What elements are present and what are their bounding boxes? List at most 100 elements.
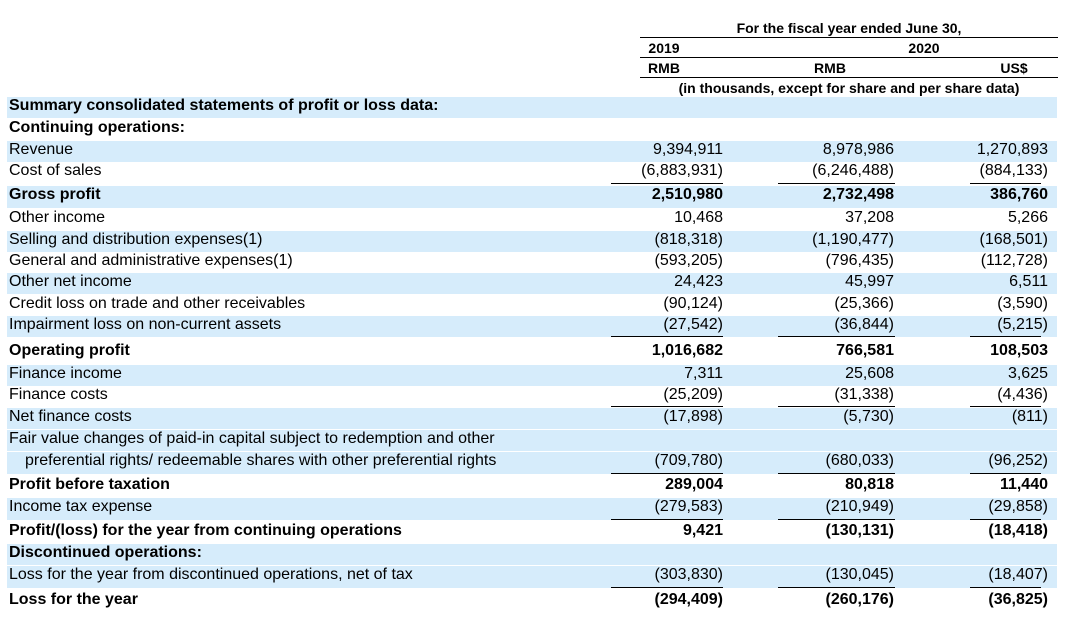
value-2020-usd: 3,625 bbox=[1007, 365, 1048, 382]
row-label: Profit before taxation bbox=[9, 476, 170, 493]
value-2019-rmb: 289,004 bbox=[665, 476, 723, 493]
table-row: General and administrative expenses(1) (5… bbox=[7, 252, 1057, 273]
value-2020-usd: 5,266 bbox=[1007, 209, 1048, 226]
row-label: Summary consolidated statements of profi… bbox=[9, 97, 439, 114]
value-2019-rmb: (709,780) bbox=[654, 452, 724, 469]
subtotal-underline bbox=[970, 587, 1041, 588]
value-2019-rmb: 9,421 bbox=[682, 522, 723, 539]
value-2020-rmb: (796,435) bbox=[825, 252, 895, 269]
table-row: Gross profit 2,510,980 2,732,498 386,760 bbox=[7, 186, 1057, 208]
row-label: Other net income bbox=[9, 273, 132, 290]
value-2019-rmb: (6,883,931) bbox=[641, 162, 723, 179]
table-row: preferential rights/ redeemable shares w… bbox=[7, 452, 1057, 474]
value-2020-rmb: 45,997 bbox=[845, 273, 894, 290]
currency-rmb-2019: RMB bbox=[648, 60, 680, 76]
row-label: Fair value changes of paid-in capital su… bbox=[9, 430, 495, 447]
table-row: Loss for the year from discontinued oper… bbox=[7, 566, 1057, 588]
row-label: Cost of sales bbox=[9, 162, 102, 179]
subtotal-underline bbox=[611, 587, 723, 588]
value-2020-rmb: 8,978,986 bbox=[822, 141, 894, 158]
currency-rmb-2020: RMB bbox=[814, 60, 846, 76]
fiscal-year-title: For the fiscal year ended June 30, bbox=[736, 20, 962, 36]
value-2020-rmb: (36,844) bbox=[834, 316, 894, 333]
table-row: Cost of sales (6,883,931) (6,246,488) (884,… bbox=[7, 162, 1057, 184]
row-label: Finance costs bbox=[9, 386, 108, 403]
row-label: Loss for the year from discontinued oper… bbox=[9, 566, 413, 583]
table-row: Discontinued operations: bbox=[7, 544, 1057, 565]
row-label: Finance income bbox=[9, 365, 122, 382]
value-2020-usd: (5,215) bbox=[997, 316, 1048, 333]
subtotal-underline bbox=[778, 406, 895, 407]
value-2020-rmb: 80,818 bbox=[845, 476, 894, 493]
subtotal-underline bbox=[778, 183, 895, 184]
value-2020-rmb: (130,131) bbox=[825, 522, 895, 539]
row-label: Other income bbox=[9, 209, 106, 226]
row-label: Impairment loss on non-current assets bbox=[9, 316, 282, 333]
value-2019-rmb: 9,394,911 bbox=[653, 141, 723, 158]
subtotal-underline bbox=[611, 406, 723, 407]
value-2020-rmb: 25,608 bbox=[845, 365, 894, 382]
row-label: Selling and distribution expenses(1) bbox=[9, 231, 263, 248]
row-label: Income tax expense bbox=[9, 498, 153, 515]
header-rule bbox=[640, 57, 1058, 58]
value-2020-usd: (811) bbox=[1011, 408, 1048, 425]
value-2020-rmb: 766,581 bbox=[836, 342, 894, 359]
value-2019-rmb: (303,830) bbox=[654, 566, 724, 583]
value-2020-usd: (36,825) bbox=[988, 591, 1048, 608]
value-2019-rmb: 10,468 bbox=[674, 209, 723, 226]
value-2019-rmb: 2,510,980 bbox=[651, 186, 723, 203]
value-2020-rmb: (130,045) bbox=[825, 566, 895, 583]
subtotal-underline bbox=[970, 473, 1041, 474]
table-row: Impairment loss on non-current assets (27… bbox=[7, 316, 1057, 337]
value-2019-rmb: (294,409) bbox=[654, 591, 724, 608]
subtotal-underline bbox=[778, 473, 895, 474]
subtotal-underline bbox=[778, 336, 895, 337]
value-2020-usd: (112,728) bbox=[980, 252, 1048, 269]
value-2019-rmb: 7,311 bbox=[684, 365, 723, 382]
table-row: Other net income 24,423 45,997 6,511 bbox=[7, 273, 1057, 294]
value-2020-usd: (168,501) bbox=[979, 231, 1049, 248]
row-label: Discontinued operations: bbox=[9, 544, 202, 561]
value-2019-rmb: (25,209) bbox=[663, 386, 723, 403]
value-2019-rmb: (17,898) bbox=[663, 408, 723, 425]
table-row: Revenue 9,394,911 8,978,986 1,270,893 bbox=[7, 141, 1057, 162]
table-row: Net finance costs (17,898) (5,730) (811) bbox=[7, 408, 1057, 429]
value-2020-usd: (29,858) bbox=[988, 498, 1048, 515]
value-2020-usd: 11,440 bbox=[999, 476, 1048, 493]
value-2020-rmb: (5,730) bbox=[843, 408, 894, 425]
subtotal-underline bbox=[970, 183, 1041, 184]
value-2020-rmb: (680,033) bbox=[825, 452, 895, 469]
subtotal-underline bbox=[778, 587, 895, 588]
value-2020-usd: (18,407) bbox=[988, 566, 1048, 583]
header-rule bbox=[640, 37, 1058, 38]
row-label: Operating profit bbox=[9, 342, 130, 359]
subtotal-underline bbox=[970, 519, 1041, 520]
header-rule bbox=[640, 77, 1058, 78]
value-2019-rmb: 24,423 bbox=[674, 273, 723, 290]
value-2020-usd: (4,436) bbox=[997, 386, 1048, 403]
table-row: Profit before taxation 289,004 80,818 11,44… bbox=[7, 476, 1057, 498]
value-2019-rmb: (90,124) bbox=[663, 295, 723, 312]
table-row: Credit loss on trade and other receivabl… bbox=[7, 295, 1057, 316]
year-2020: 2020 bbox=[908, 40, 940, 56]
value-2019-rmb: (593,205) bbox=[654, 252, 724, 269]
value-2019-rmb: (27,542) bbox=[663, 316, 723, 333]
value-2019-rmb: (279,583) bbox=[654, 498, 724, 515]
table-row: Continuing operations: bbox=[7, 119, 1057, 140]
value-2020-rmb: 2,732,498 bbox=[822, 186, 894, 203]
currency-usd: US$ bbox=[1000, 60, 1028, 76]
table-row: Operating profit 1,016,682 766,581 108,503 bbox=[7, 342, 1057, 364]
value-2020-usd: (18,418) bbox=[988, 522, 1048, 539]
value-2020-usd: (96,252) bbox=[988, 452, 1048, 469]
table-row: Finance income 7,311 25,608 3,625 bbox=[7, 365, 1057, 386]
year-2019: 2019 bbox=[648, 40, 680, 56]
value-2019-rmb: (818,318) bbox=[654, 231, 724, 248]
value-2020-usd: (3,590) bbox=[997, 295, 1048, 312]
value-2020-rmb: (260,176) bbox=[825, 591, 895, 608]
table-row: Profit/(loss) for the year from continui… bbox=[7, 522, 1057, 544]
subtotal-underline bbox=[970, 336, 1041, 337]
value-2020-rmb: (25,366) bbox=[834, 295, 894, 312]
value-2020-usd: 1,270,893 bbox=[976, 141, 1048, 158]
units-note: (in thousands, except for share and per … bbox=[678, 80, 1020, 96]
value-2020-rmb: (6,246,488) bbox=[812, 162, 894, 179]
